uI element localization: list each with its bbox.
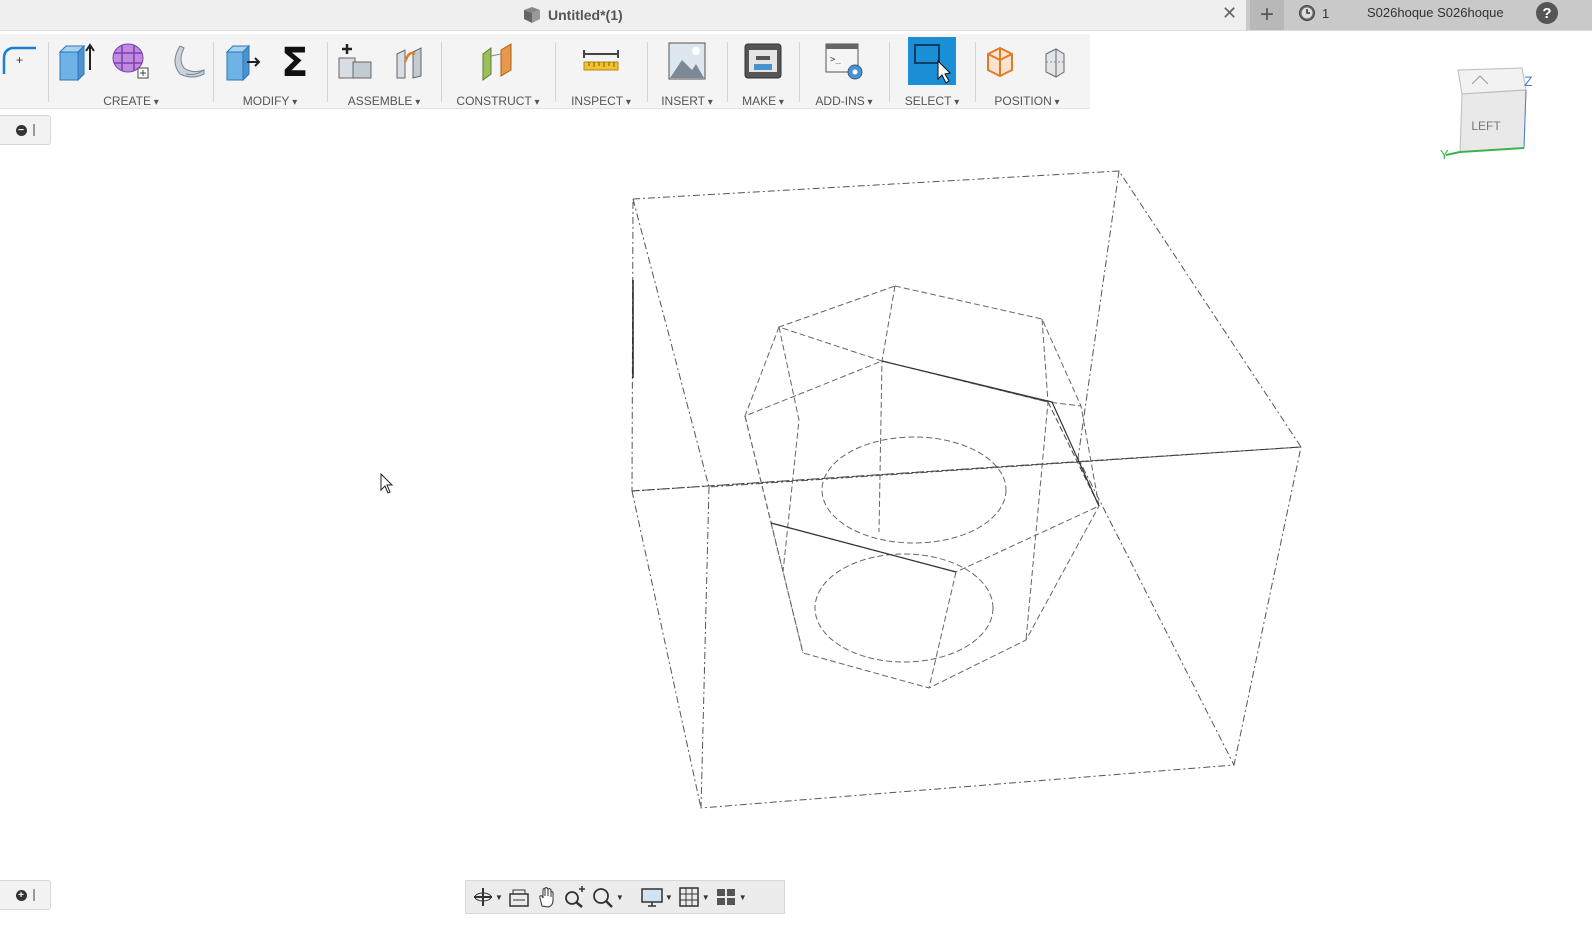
axis-y-label: Y	[1440, 147, 1449, 162]
canvas-viewport[interactable]	[0, 0, 1592, 931]
display-settings-button[interactable]: ▼	[640, 886, 673, 908]
3d-print-icon	[744, 43, 782, 79]
hex-nut-wireframe	[744, 285, 1100, 689]
select-group[interactable]: SELECT	[892, 34, 972, 108]
sketch-group[interactable]: +	[0, 34, 46, 108]
document-cube-icon	[524, 7, 540, 23]
caret-down-icon: ▼	[615, 892, 624, 902]
insert-group[interactable]: INSERT	[650, 34, 724, 108]
insert-menu[interactable]: INSERT	[650, 94, 724, 108]
svg-text:>_: >_	[830, 55, 841, 65]
view-cube[interactable]: LEFT Z Y	[1436, 62, 1536, 166]
sigma-icon: Σ	[281, 40, 308, 82]
zoom-icon	[565, 886, 585, 908]
revolve-icon	[174, 45, 205, 78]
svg-text:Σ: Σ	[281, 40, 308, 82]
modify-group[interactable]: Σ MODIFY	[216, 34, 324, 108]
browser-panel-toggle[interactable]: −	[0, 115, 51, 145]
viewports-button[interactable]: ▼	[714, 886, 747, 908]
user-name[interactable]: S026hoque S026hoque	[1367, 5, 1504, 20]
job-count: 1	[1322, 5, 1330, 21]
axis-z-label: Z	[1524, 73, 1533, 89]
select-window-icon	[908, 37, 956, 85]
look-at-button[interactable]	[507, 886, 531, 908]
press-pull-icon	[225, 44, 261, 82]
modify-menu[interactable]: MODIFY	[216, 94, 324, 108]
collapse-minus-icon: −	[15, 124, 27, 136]
insert-image-icon	[668, 42, 706, 80]
display-settings-icon	[641, 888, 663, 907]
move-icon	[987, 46, 1013, 78]
panel-grip-bottom[interactable]	[32, 889, 35, 901]
position-menu[interactable]: POSITION	[978, 94, 1076, 108]
bounding-box-front	[700, 446, 1302, 809]
align-icon	[1045, 48, 1065, 78]
job-status[interactable]: 1	[1298, 4, 1329, 22]
make-group[interactable]: MAKE	[730, 34, 796, 108]
main-toolbar: + CREATE ▾ Σ MODIFY ▾ ASSEMBLE ▾ CONSTRU…	[0, 34, 1090, 109]
document-tab[interactable]: Untitled*(1)	[522, 5, 623, 25]
new-tab-button[interactable]: +	[1250, 0, 1284, 30]
construct-group[interactable]: CONSTRUCT	[444, 34, 552, 108]
orbit-icon	[474, 888, 492, 906]
make-menu[interactable]: MAKE	[730, 94, 796, 108]
pan-icon	[539, 887, 554, 908]
svg-text:+: +	[16, 53, 23, 67]
joint-icon	[396, 47, 422, 79]
caret-down-icon: ▼	[495, 892, 503, 902]
plus-icon: +	[1259, 1, 1274, 28]
extrude-box-icon	[58, 43, 95, 82]
panel-grip[interactable]	[32, 124, 35, 136]
caret-down-icon: ▼	[664, 892, 673, 902]
bounding-box-top	[631, 170, 1302, 492]
position-group[interactable]: POSITION	[978, 34, 1076, 108]
grid-settings-button[interactable]: ▼	[677, 886, 710, 908]
pan-button[interactable]	[535, 886, 559, 908]
fit-button[interactable]: ▼	[591, 886, 624, 908]
addins-group[interactable]: >_ ADD-INS	[802, 34, 886, 108]
look-at-icon	[509, 889, 529, 907]
close-tab-icon[interactable]: ✕	[1222, 3, 1237, 24]
form-grid-icon	[112, 43, 149, 79]
comments-panel-toggle[interactable]: +	[0, 880, 51, 910]
inspect-menu[interactable]: INSPECT	[558, 94, 644, 108]
sketch-icon: +	[2, 46, 36, 74]
select-menu[interactable]: SELECT	[892, 94, 972, 108]
assemble-menu[interactable]: ASSEMBLE	[330, 94, 438, 108]
zoom-button[interactable]	[563, 886, 587, 908]
mouse-cursor-icon	[380, 473, 394, 494]
scripts-addins-icon: >_	[825, 43, 863, 80]
viewports-icon	[716, 889, 735, 905]
construct-plane-icon	[482, 43, 512, 81]
orbit-button[interactable]: ▼	[472, 886, 503, 908]
assemble-group[interactable]: ASSEMBLE	[330, 34, 438, 108]
grid-icon	[679, 887, 699, 907]
view-cube-face-label: LEFT	[1471, 119, 1501, 133]
fit-icon	[593, 888, 613, 908]
construct-menu[interactable]: CONSTRUCT	[444, 94, 552, 108]
caret-down-icon: ▼	[701, 892, 710, 902]
help-icon[interactable]: ?	[1536, 2, 1558, 24]
create-group[interactable]: CREATE	[52, 34, 210, 108]
addins-menu[interactable]: ADD-INS	[802, 94, 886, 108]
document-title: Untitled*(1)	[548, 7, 623, 23]
new-component-icon	[338, 44, 372, 79]
clock-icon	[1299, 5, 1315, 21]
navigation-bar: ▼ ▼ ▼ ▼ ▼	[465, 880, 785, 914]
expand-plus-icon: +	[15, 889, 27, 901]
caret-down-icon: ▼	[738, 892, 747, 902]
view-cube-graphic: LEFT Z Y	[1440, 67, 1533, 162]
inspect-group[interactable]: INSPECT	[558, 34, 644, 108]
measure-ruler-icon	[583, 50, 619, 71]
create-menu[interactable]: CREATE	[52, 94, 210, 108]
